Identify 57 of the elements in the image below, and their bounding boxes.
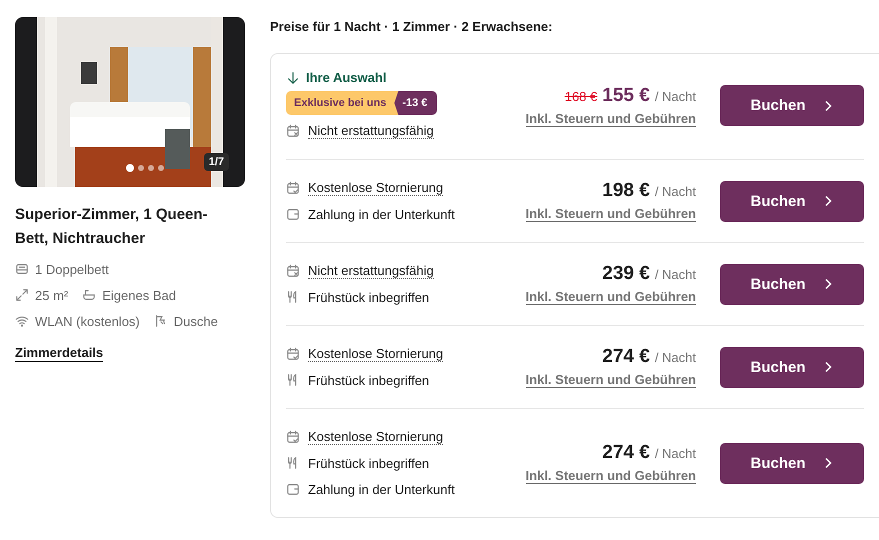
offer-feature: Frühstück inbegriffen bbox=[308, 372, 430, 388]
per-night-label: / Nacht bbox=[654, 88, 696, 104]
per-night-label: / Nacht bbox=[654, 446, 696, 461]
carousel-dot[interactable] bbox=[148, 165, 154, 171]
bed-icon bbox=[15, 262, 29, 276]
expand-arrows-icon bbox=[15, 288, 29, 302]
price: 198 € bbox=[602, 180, 650, 202]
per-night-label: / Nacht bbox=[654, 350, 696, 365]
room-details-link[interactable]: Zimmerdetails bbox=[15, 345, 104, 362]
offer-feature: Zahlung in der Unterkunft bbox=[308, 206, 455, 222]
offer-feature[interactable]: Kostenlose Stornierung bbox=[308, 429, 444, 445]
photo-counter: 1/7 bbox=[204, 153, 229, 171]
selection-label: Ihre Auswahl bbox=[306, 70, 386, 85]
price: 239 € bbox=[602, 263, 650, 285]
taxes-link[interactable]: Inkl. Steuern und Gebühren bbox=[526, 289, 696, 305]
offer-feature: Frühstück inbegriffen bbox=[308, 456, 430, 470]
wallet-icon bbox=[286, 207, 300, 221]
calendar-check-icon bbox=[286, 430, 300, 444]
amenity-label: Eigenes Bad bbox=[102, 288, 176, 302]
room-title: Superior-Zimmer, 1 Queen-Bett, Nichtraucher bbox=[15, 205, 209, 249]
carousel-dot[interactable] bbox=[138, 165, 144, 171]
book-button[interactable]: Buchen bbox=[720, 85, 864, 126]
per-night-label: / Nacht bbox=[654, 267, 696, 282]
calendar-check-icon bbox=[286, 181, 300, 195]
taxes-link[interactable]: Inkl. Steuern und Gebühren bbox=[526, 372, 696, 388]
offer-feature: Frühstück inbegriffen bbox=[308, 290, 430, 304]
offer-feature[interactable]: Kostenlose Stornierung bbox=[308, 180, 444, 196]
calendar-check-icon bbox=[286, 347, 300, 361]
offers-heading: Preise für 1 Nacht · 1 Zimmer · 2 Erwachsene: bbox=[270, 19, 554, 36]
taxes-link[interactable]: Inkl. Steuern und Gebühren bbox=[526, 206, 696, 222]
amenity-label: WLAN (kostenlos) bbox=[35, 314, 140, 328]
book-button[interactable]: Buchen bbox=[720, 264, 864, 304]
amenity-label: Dusche bbox=[174, 314, 218, 328]
taxes-link[interactable]: Inkl. Steuern und Gebühren bbox=[526, 468, 696, 484]
carousel-dot[interactable] bbox=[158, 165, 164, 171]
wifi-icon bbox=[15, 314, 29, 328]
offer-feature[interactable]: Nicht erstattungsfähig bbox=[308, 123, 434, 139]
offer-feature[interactable]: Nicht erstattungsfähig bbox=[308, 263, 434, 279]
offer-feature[interactable]: Kostenlose Stornierung bbox=[308, 346, 444, 362]
price: 155 € bbox=[602, 84, 650, 106]
bathtub-icon bbox=[82, 288, 96, 302]
offer-feature: Zahlung in der Unterkunft bbox=[308, 482, 455, 496]
shower-icon bbox=[154, 314, 168, 328]
price: 274 € bbox=[602, 346, 650, 368]
calendar-x-icon bbox=[286, 124, 300, 138]
calendar-x-icon bbox=[286, 264, 300, 278]
per-night-label: / Nacht bbox=[654, 184, 696, 199]
book-button[interactable]: Buchen bbox=[720, 442, 864, 484]
book-button[interactable]: Buchen bbox=[720, 180, 864, 222]
taxes-link[interactable]: Inkl. Steuern und Gebühren bbox=[526, 110, 696, 126]
old-price: 168 € bbox=[564, 88, 598, 104]
amenity-label: 1 Doppelbett bbox=[35, 262, 109, 276]
amenity-label: 25 m² bbox=[35, 288, 68, 302]
book-button[interactable]: Buchen bbox=[720, 346, 864, 388]
arrow-down-icon bbox=[286, 70, 300, 84]
price: 274 € bbox=[602, 442, 650, 464]
wallet-icon bbox=[286, 482, 300, 496]
